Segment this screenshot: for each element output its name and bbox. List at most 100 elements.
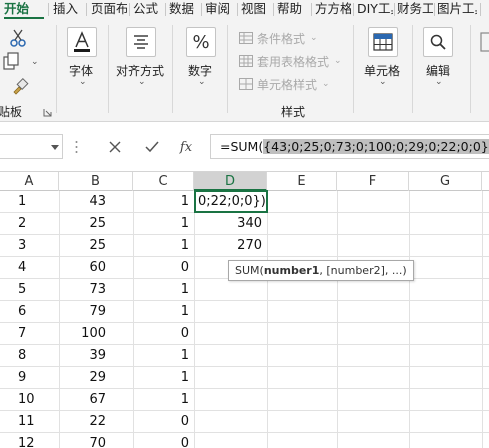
cell-d[interactable]	[194, 389, 262, 411]
tab-help[interactable]: 帮助	[277, 0, 307, 19]
cell-c[interactable]: 0	[133, 411, 189, 433]
cell-b[interactable]: 29	[59, 367, 106, 389]
percent-icon[interactable]: %	[186, 27, 216, 57]
cell-a[interactable]: 2	[18, 213, 58, 235]
cell-a[interactable]: 9	[18, 367, 58, 389]
cell-c[interactable]: 0	[133, 257, 189, 279]
column-header-c[interactable]: C	[133, 172, 194, 191]
cell-a[interactable]: 8	[18, 345, 58, 367]
cells-dropdown-chevron-icon[interactable]: ⌄	[379, 77, 387, 87]
tab-finance-tools[interactable]: 财务工具	[397, 0, 433, 19]
cell-a[interactable]: 5	[18, 279, 58, 301]
tab-page-layout[interactable]: 页面布局	[91, 0, 127, 19]
search-icon[interactable]	[423, 27, 453, 57]
font-dropdown-chevron-icon[interactable]: ⌄	[79, 77, 87, 87]
cell-a[interactable]: 12	[18, 433, 58, 448]
edit-dropdown-chevron-icon[interactable]: ⌄	[435, 77, 443, 87]
cell-b[interactable]: 60	[59, 257, 106, 279]
name-box-dropdown-icon[interactable]	[50, 140, 60, 154]
cell-d[interactable]: 270	[194, 235, 262, 257]
formula-input[interactable]: =SUM({43;0;25;0;73;0;100;0;29;0;22;0;0})	[210, 134, 489, 159]
copy-dropdown-chevron-icon[interactable]: ⌄	[31, 57, 39, 67]
tab-review[interactable]: 审阅	[205, 0, 235, 19]
cell-c[interactable]: 1	[133, 235, 189, 257]
cell-c[interactable]: 1	[133, 367, 189, 389]
cell-d[interactable]	[194, 367, 262, 389]
cell-b[interactable]: 25	[59, 235, 106, 257]
cancel-icon[interactable]	[107, 138, 123, 156]
name-box[interactable]	[0, 134, 63, 159]
cell-c[interactable]: 1	[133, 301, 189, 323]
cell-b[interactable]: 79	[59, 301, 106, 323]
cell-c[interactable]: 0	[133, 433, 189, 448]
insert-function-icon[interactable]: fx	[175, 137, 197, 157]
tab-fangfang[interactable]: 方方格子	[315, 0, 351, 19]
dialog-launcher-icon[interactable]	[42, 107, 52, 117]
align-icon[interactable]	[126, 27, 156, 57]
cell-b[interactable]: 25	[59, 213, 106, 235]
conditional-format-label[interactable]: 条件格式	[257, 30, 305, 47]
cell-b[interactable]: 67	[59, 389, 106, 411]
cell-a[interactable]: 6	[18, 301, 58, 323]
tooltip-current-arg[interactable]: number1	[264, 264, 320, 277]
cell-d[interactable]: 340	[194, 213, 262, 235]
table-format-label[interactable]: 套用表格格式	[257, 53, 329, 70]
confirm-check-icon[interactable]	[143, 138, 161, 156]
cell-b[interactable]: 22	[59, 411, 106, 433]
active-cell-d1[interactable]: 0;22;0;0})	[194, 190, 268, 213]
tab-formulas[interactable]: 公式	[133, 0, 163, 19]
font-icon[interactable]	[67, 27, 97, 57]
column-header-f[interactable]: F	[337, 172, 409, 191]
tab-data[interactable]: 数据	[169, 0, 199, 19]
cell-b[interactable]: 39	[59, 345, 106, 367]
column-header-g[interactable]: G	[409, 172, 482, 191]
cell-c[interactable]: 1	[133, 191, 189, 213]
conditional-format-icon[interactable]	[238, 31, 254, 45]
cells-icon[interactable]	[368, 27, 398, 57]
column-header-a[interactable]: A	[0, 172, 59, 191]
cell-style-chevron-icon[interactable]: ⌄	[322, 79, 330, 89]
cell-b[interactable]: 73	[59, 279, 106, 301]
scissors-icon[interactable]	[8, 28, 28, 48]
cell-b[interactable]: 43	[59, 191, 106, 213]
table-format-icon[interactable]	[238, 54, 254, 68]
cell-d[interactable]	[194, 345, 262, 367]
tab-home[interactable]: 开始	[4, 0, 44, 19]
number-dropdown-chevron-icon[interactable]: ⌄	[198, 77, 206, 87]
cell-a[interactable]: 1	[18, 191, 58, 213]
tab-divider	[273, 3, 274, 16]
tab-insert[interactable]: 插入	[53, 0, 83, 19]
cell-c[interactable]: 1	[133, 213, 189, 235]
cell-a[interactable]: 4	[18, 257, 58, 279]
table-format-chevron-icon[interactable]: ⌄	[334, 56, 342, 66]
tooltip-function[interactable]: SUM(	[235, 264, 264, 277]
cell-a[interactable]: 3	[18, 235, 58, 257]
conditional-format-chevron-icon[interactable]: ⌄	[310, 33, 318, 43]
cell-b[interactable]: 70	[59, 433, 106, 448]
cell-style-icon[interactable]	[238, 77, 254, 91]
align-dropdown-chevron-icon[interactable]: ⌄	[138, 77, 146, 87]
cell-c[interactable]: 0	[133, 323, 189, 345]
cell-d[interactable]	[194, 301, 262, 323]
cell-d[interactable]	[194, 323, 262, 345]
cell-b[interactable]: 100	[59, 323, 106, 345]
cell-a[interactable]: 7	[18, 323, 58, 345]
tab-diy-tools[interactable]: DIY工具箱	[357, 0, 393, 19]
column-header-d[interactable]: D	[194, 172, 267, 191]
formula-bar-drag-handle-icon[interactable]	[72, 139, 80, 155]
cell-c[interactable]: 1	[133, 389, 189, 411]
cell-d[interactable]	[194, 433, 262, 448]
cell-c[interactable]: 1	[133, 279, 189, 301]
tab-view[interactable]: 视图	[241, 0, 271, 19]
column-header-b[interactable]: B	[59, 172, 133, 191]
cell-a[interactable]: 11	[18, 411, 58, 433]
column-header-e[interactable]: E	[267, 172, 337, 191]
cell-a[interactable]: 10	[18, 389, 58, 411]
copy-icon[interactable]	[0, 51, 22, 71]
cell-d[interactable]	[194, 411, 262, 433]
cell-c[interactable]: 1	[133, 345, 189, 367]
tab-picture-tools[interactable]: 图片工具	[437, 0, 477, 19]
cell-style-label[interactable]: 单元格样式	[257, 76, 317, 93]
brush-icon[interactable]	[10, 76, 30, 96]
cell-d[interactable]	[194, 279, 262, 301]
